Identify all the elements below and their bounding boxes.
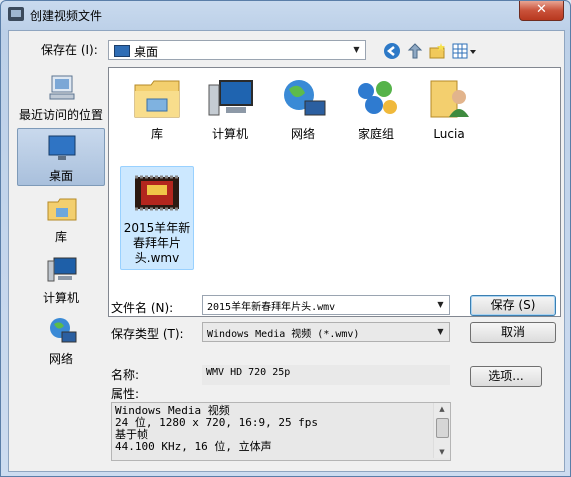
- place-label: 网络: [48, 352, 73, 366]
- up-folder-icon[interactable]: [406, 42, 424, 60]
- file-item-label: 家庭组: [357, 127, 394, 141]
- filename-value: 2015羊年新春拜年片头.wmv: [207, 302, 336, 313]
- file-item-selected[interactable]: 2015羊年新春拜年片头.wmv: [120, 166, 194, 270]
- file-item[interactable]: 计算机: [193, 72, 267, 148]
- scroll-up-icon[interactable]: ▲: [434, 403, 450, 415]
- place-computer[interactable]: 计算机: [17, 250, 105, 308]
- save-in-label: 保存在 (I):: [41, 43, 98, 57]
- computer-icon: [208, 80, 253, 116]
- place-recent[interactable]: 最近访问的位置: [17, 67, 105, 125]
- desktop-icon: [48, 135, 76, 160]
- places-bar: 最近访问的位置 桌面 库 计算机 网络: [17, 67, 105, 397]
- user-folder-icon: [430, 80, 469, 118]
- file-item-label: Lucia: [433, 127, 465, 141]
- homegroup-icon: [358, 81, 397, 114]
- view-menu-icon[interactable]: [452, 42, 478, 60]
- file-item-label: 2015羊年新春拜年片头.wmv: [123, 221, 191, 265]
- place-label: 最近访问的位置: [18, 108, 103, 122]
- save-button[interactable]: 保存 (S): [470, 295, 556, 316]
- name-label: 名称:: [111, 368, 140, 382]
- place-desktop[interactable]: 桌面: [17, 128, 105, 186]
- filetype-label: 保存类型 (T):: [111, 327, 184, 341]
- back-icon[interactable]: [383, 42, 401, 60]
- desktop-icon: [114, 45, 130, 57]
- filetype-value: Windows Media 视频 (*.wmv): [207, 329, 360, 340]
- recent-places-icon: [49, 75, 75, 100]
- chevron-down-icon[interactable]: ▼: [432, 323, 449, 341]
- scroll-thumb[interactable]: [436, 418, 449, 438]
- file-item-label: 网络: [290, 127, 315, 141]
- window-title: 创建视频文件: [30, 9, 103, 23]
- file-item[interactable]: Lucia: [412, 72, 486, 148]
- chevron-down-icon[interactable]: ▼: [348, 41, 365, 59]
- file-item[interactable]: 网络: [266, 72, 340, 148]
- network-icon: [284, 80, 326, 116]
- file-item-label: 库: [150, 127, 163, 141]
- place-label: 库: [54, 230, 67, 244]
- save-dialog: 创建视频文件 ✕ 保存在 (I): 桌面 ▼ 最近访问的位置 桌面 库 计算机 …: [0, 0, 571, 477]
- properties-box[interactable]: Windows Media 视频 24 位, 1280 x 720, 16:9,…: [111, 402, 451, 461]
- scroll-down-icon[interactable]: ▼: [434, 446, 450, 458]
- network-icon: [50, 318, 77, 343]
- computer-icon: [47, 257, 77, 282]
- file-item-label: 计算机: [211, 127, 248, 141]
- file-item[interactable]: 库: [120, 72, 194, 148]
- properties-label: 属性:: [111, 387, 140, 401]
- cancel-button[interactable]: 取消: [470, 322, 556, 343]
- filetype-select[interactable]: Windows Media 视频 (*.wmv) ▼: [202, 322, 450, 342]
- library-folder-icon: [134, 80, 180, 118]
- options-button[interactable]: 选项...: [470, 366, 542, 387]
- place-label: 桌面: [48, 169, 73, 183]
- filename-input[interactable]: 2015羊年新春拜年片头.wmv ▼: [202, 295, 450, 315]
- place-network[interactable]: 网络: [17, 311, 105, 369]
- name-field: WMV HD 720 25p: [202, 365, 450, 385]
- file-list[interactable]: 库 计算机 网络 家庭组 Lucia 2015羊年新春拜年片头.wmv: [108, 67, 561, 317]
- place-label: 计算机: [42, 291, 79, 305]
- name-value: WMV HD 720 25p: [206, 367, 291, 378]
- app-icon: [8, 7, 24, 21]
- new-folder-icon[interactable]: [429, 42, 447, 60]
- properties-scrollbar[interactable]: ▲ ▼: [433, 403, 450, 458]
- chevron-down-icon[interactable]: ▼: [432, 296, 449, 314]
- place-library[interactable]: 库: [17, 189, 105, 247]
- save-in-value: 桌面: [134, 45, 159, 59]
- title-bar: 创建视频文件 ✕: [1, 1, 570, 29]
- save-in-dropdown[interactable]: 桌面 ▼: [108, 40, 366, 60]
- property-line: 44.100 KHz, 16 位, 立体声: [115, 440, 272, 453]
- library-icon: [47, 198, 77, 221]
- close-button[interactable]: ✕: [519, 1, 564, 21]
- dialog-body: 保存在 (I): 桌面 ▼ 最近访问的位置 桌面 库 计算机 网络 库 计算机 …: [8, 30, 565, 472]
- video-file-icon: [135, 175, 179, 211]
- filename-label: 文件名 (N):: [111, 301, 174, 315]
- file-item[interactable]: 家庭组: [339, 72, 413, 148]
